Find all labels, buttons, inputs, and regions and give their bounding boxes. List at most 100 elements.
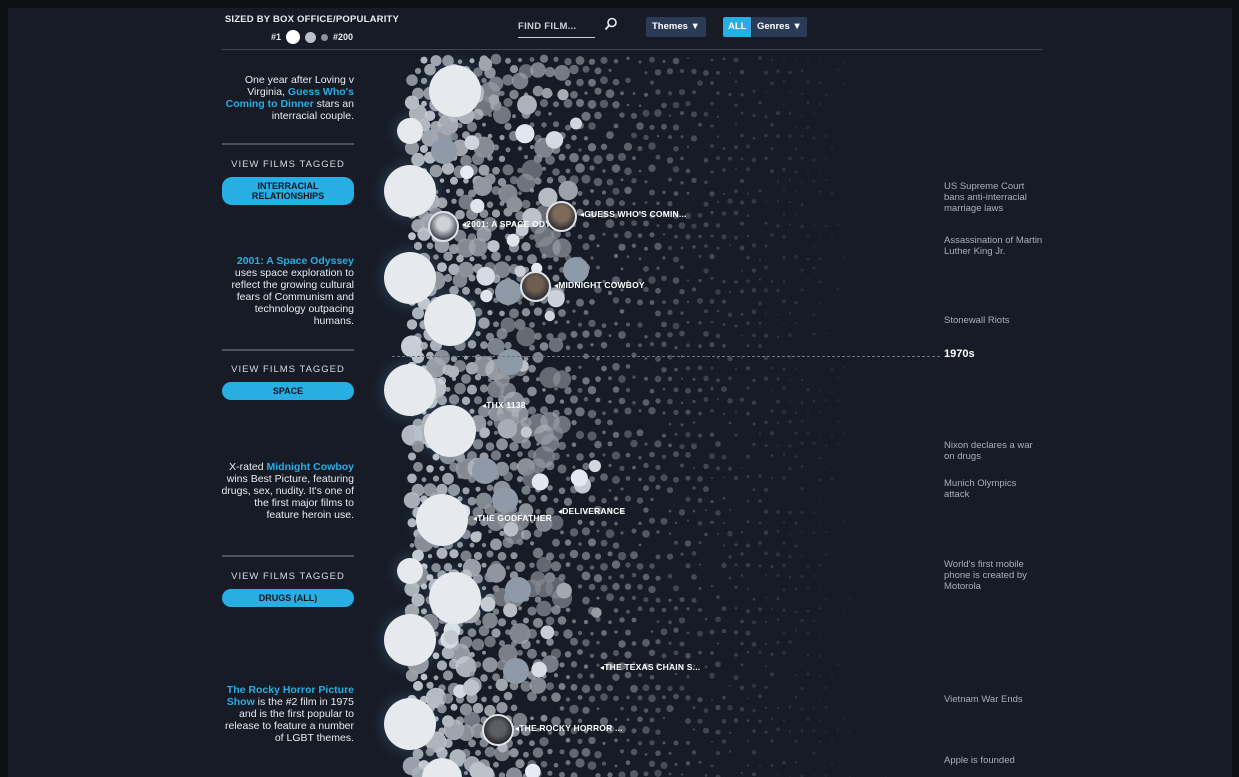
film-bubble[interactable] (885, 137, 887, 139)
film-bubble[interactable] (897, 424, 899, 426)
film-bubble[interactable] (497, 618, 507, 627)
film-bubble[interactable] (589, 653, 595, 658)
film-bubble[interactable] (824, 398, 828, 402)
film-bubble[interactable] (685, 409, 691, 415)
film-bubble[interactable] (710, 585, 714, 588)
film-bubble[interactable] (710, 81, 714, 85)
film-bubble[interactable] (807, 299, 809, 302)
film-bubble[interactable] (830, 235, 834, 239)
film-bubble[interactable] (566, 320, 570, 324)
film-bubble[interactable] (849, 465, 851, 467)
film-bubble[interactable] (830, 146, 834, 149)
film-bubble[interactable] (612, 475, 620, 484)
film-bubble[interactable] (758, 100, 762, 105)
film-bubble[interactable] (813, 597, 815, 599)
film-bubble[interactable] (735, 367, 737, 370)
film-bubble[interactable] (788, 576, 792, 579)
film-bubble[interactable] (643, 708, 649, 713)
film-bubble[interactable] (873, 290, 875, 293)
film-bubble[interactable] (740, 663, 744, 667)
film-bubble[interactable] (873, 312, 875, 314)
film-bubble[interactable] (672, 277, 680, 284)
film-bubble[interactable] (680, 135, 684, 139)
film-bubble[interactable] (486, 484, 494, 492)
film-bubble[interactable] (509, 65, 519, 74)
film-bubble[interactable] (530, 62, 546, 78)
film-bubble[interactable] (921, 773, 923, 776)
film-bubble[interactable] (782, 588, 786, 591)
film-bubble[interactable] (545, 461, 555, 471)
film-bubble[interactable] (529, 188, 535, 193)
film-bubble[interactable] (933, 643, 935, 645)
film-bubble[interactable] (668, 509, 672, 513)
film-bubble[interactable] (837, 641, 839, 644)
film-bubble[interactable] (407, 518, 417, 528)
film-bubble[interactable] (765, 312, 767, 315)
film-bubble[interactable] (575, 407, 585, 417)
film-bubble[interactable] (673, 191, 679, 197)
film-bubble[interactable] (897, 248, 899, 250)
film-bubble[interactable] (710, 170, 714, 174)
film-bubble[interactable] (656, 530, 660, 534)
film-bubble[interactable] (565, 737, 571, 743)
film-bubble[interactable] (747, 740, 749, 743)
film-bubble[interactable] (806, 718, 810, 722)
film-bubble[interactable] (885, 578, 887, 580)
film-bubble[interactable] (825, 467, 827, 469)
film-bubble[interactable] (933, 71, 935, 73)
film-bubble[interactable] (558, 153, 566, 161)
film-bubble[interactable] (873, 773, 875, 775)
film-bubble[interactable] (824, 530, 828, 534)
film-bubble[interactable] (668, 620, 672, 625)
film-bubble[interactable] (855, 82, 857, 85)
film-bubble[interactable] (800, 134, 804, 138)
film-bubble[interactable] (891, 411, 893, 414)
film-bubble[interactable] (644, 357, 648, 360)
film-bubble[interactable] (570, 330, 578, 338)
film-bubble[interactable] (855, 696, 857, 699)
film-bubble[interactable] (547, 265, 553, 270)
film-bubble[interactable] (601, 323, 607, 329)
film-bubble[interactable] (502, 537, 514, 548)
film-bubble[interactable] (861, 180, 863, 183)
film-bubble[interactable] (456, 188, 464, 197)
film-bubble[interactable] (933, 552, 935, 555)
film-bubble[interactable] (716, 378, 720, 383)
film-bubble[interactable] (532, 747, 544, 758)
film-bubble[interactable] (819, 60, 821, 63)
film-bubble[interactable] (436, 747, 448, 759)
film-bubble[interactable] (643, 266, 649, 272)
film-bubble[interactable] (927, 190, 929, 192)
film-bubble[interactable] (867, 125, 869, 128)
film-bubble[interactable] (927, 609, 929, 612)
film-bubble[interactable] (637, 584, 643, 590)
film-bubble[interactable] (631, 220, 637, 227)
film-bubble[interactable] (602, 741, 606, 745)
film-bubble[interactable] (626, 322, 630, 327)
film-bubble[interactable] (909, 70, 911, 73)
film-bubble[interactable] (812, 158, 816, 162)
film-bubble[interactable] (520, 426, 532, 438)
film-bubble[interactable] (849, 532, 851, 534)
film-bubble[interactable] (746, 321, 750, 325)
film-bubble[interactable] (491, 628, 501, 638)
film-bubble[interactable] (830, 762, 834, 766)
film-bubble[interactable] (643, 462, 649, 469)
film-bubble[interactable] (903, 721, 905, 723)
film-bubble[interactable] (596, 244, 600, 248)
film-bubble[interactable] (794, 739, 798, 744)
film-bubble[interactable] (716, 309, 720, 313)
film-bubble[interactable] (734, 103, 738, 107)
film-bubble[interactable] (927, 60, 929, 63)
film-bubble[interactable] (915, 343, 917, 346)
film-bubble[interactable] (692, 486, 696, 490)
film-bubble[interactable] (642, 399, 650, 406)
film-bubble[interactable] (915, 608, 917, 610)
film-bubble[interactable] (648, 164, 656, 172)
film-bubble[interactable] (619, 200, 625, 207)
film-bubble[interactable] (789, 533, 791, 535)
film-bubble[interactable] (818, 654, 822, 657)
film-bubble[interactable] (842, 366, 846, 369)
film-bubble[interactable] (474, 661, 482, 668)
film-bubble[interactable] (721, 719, 727, 724)
